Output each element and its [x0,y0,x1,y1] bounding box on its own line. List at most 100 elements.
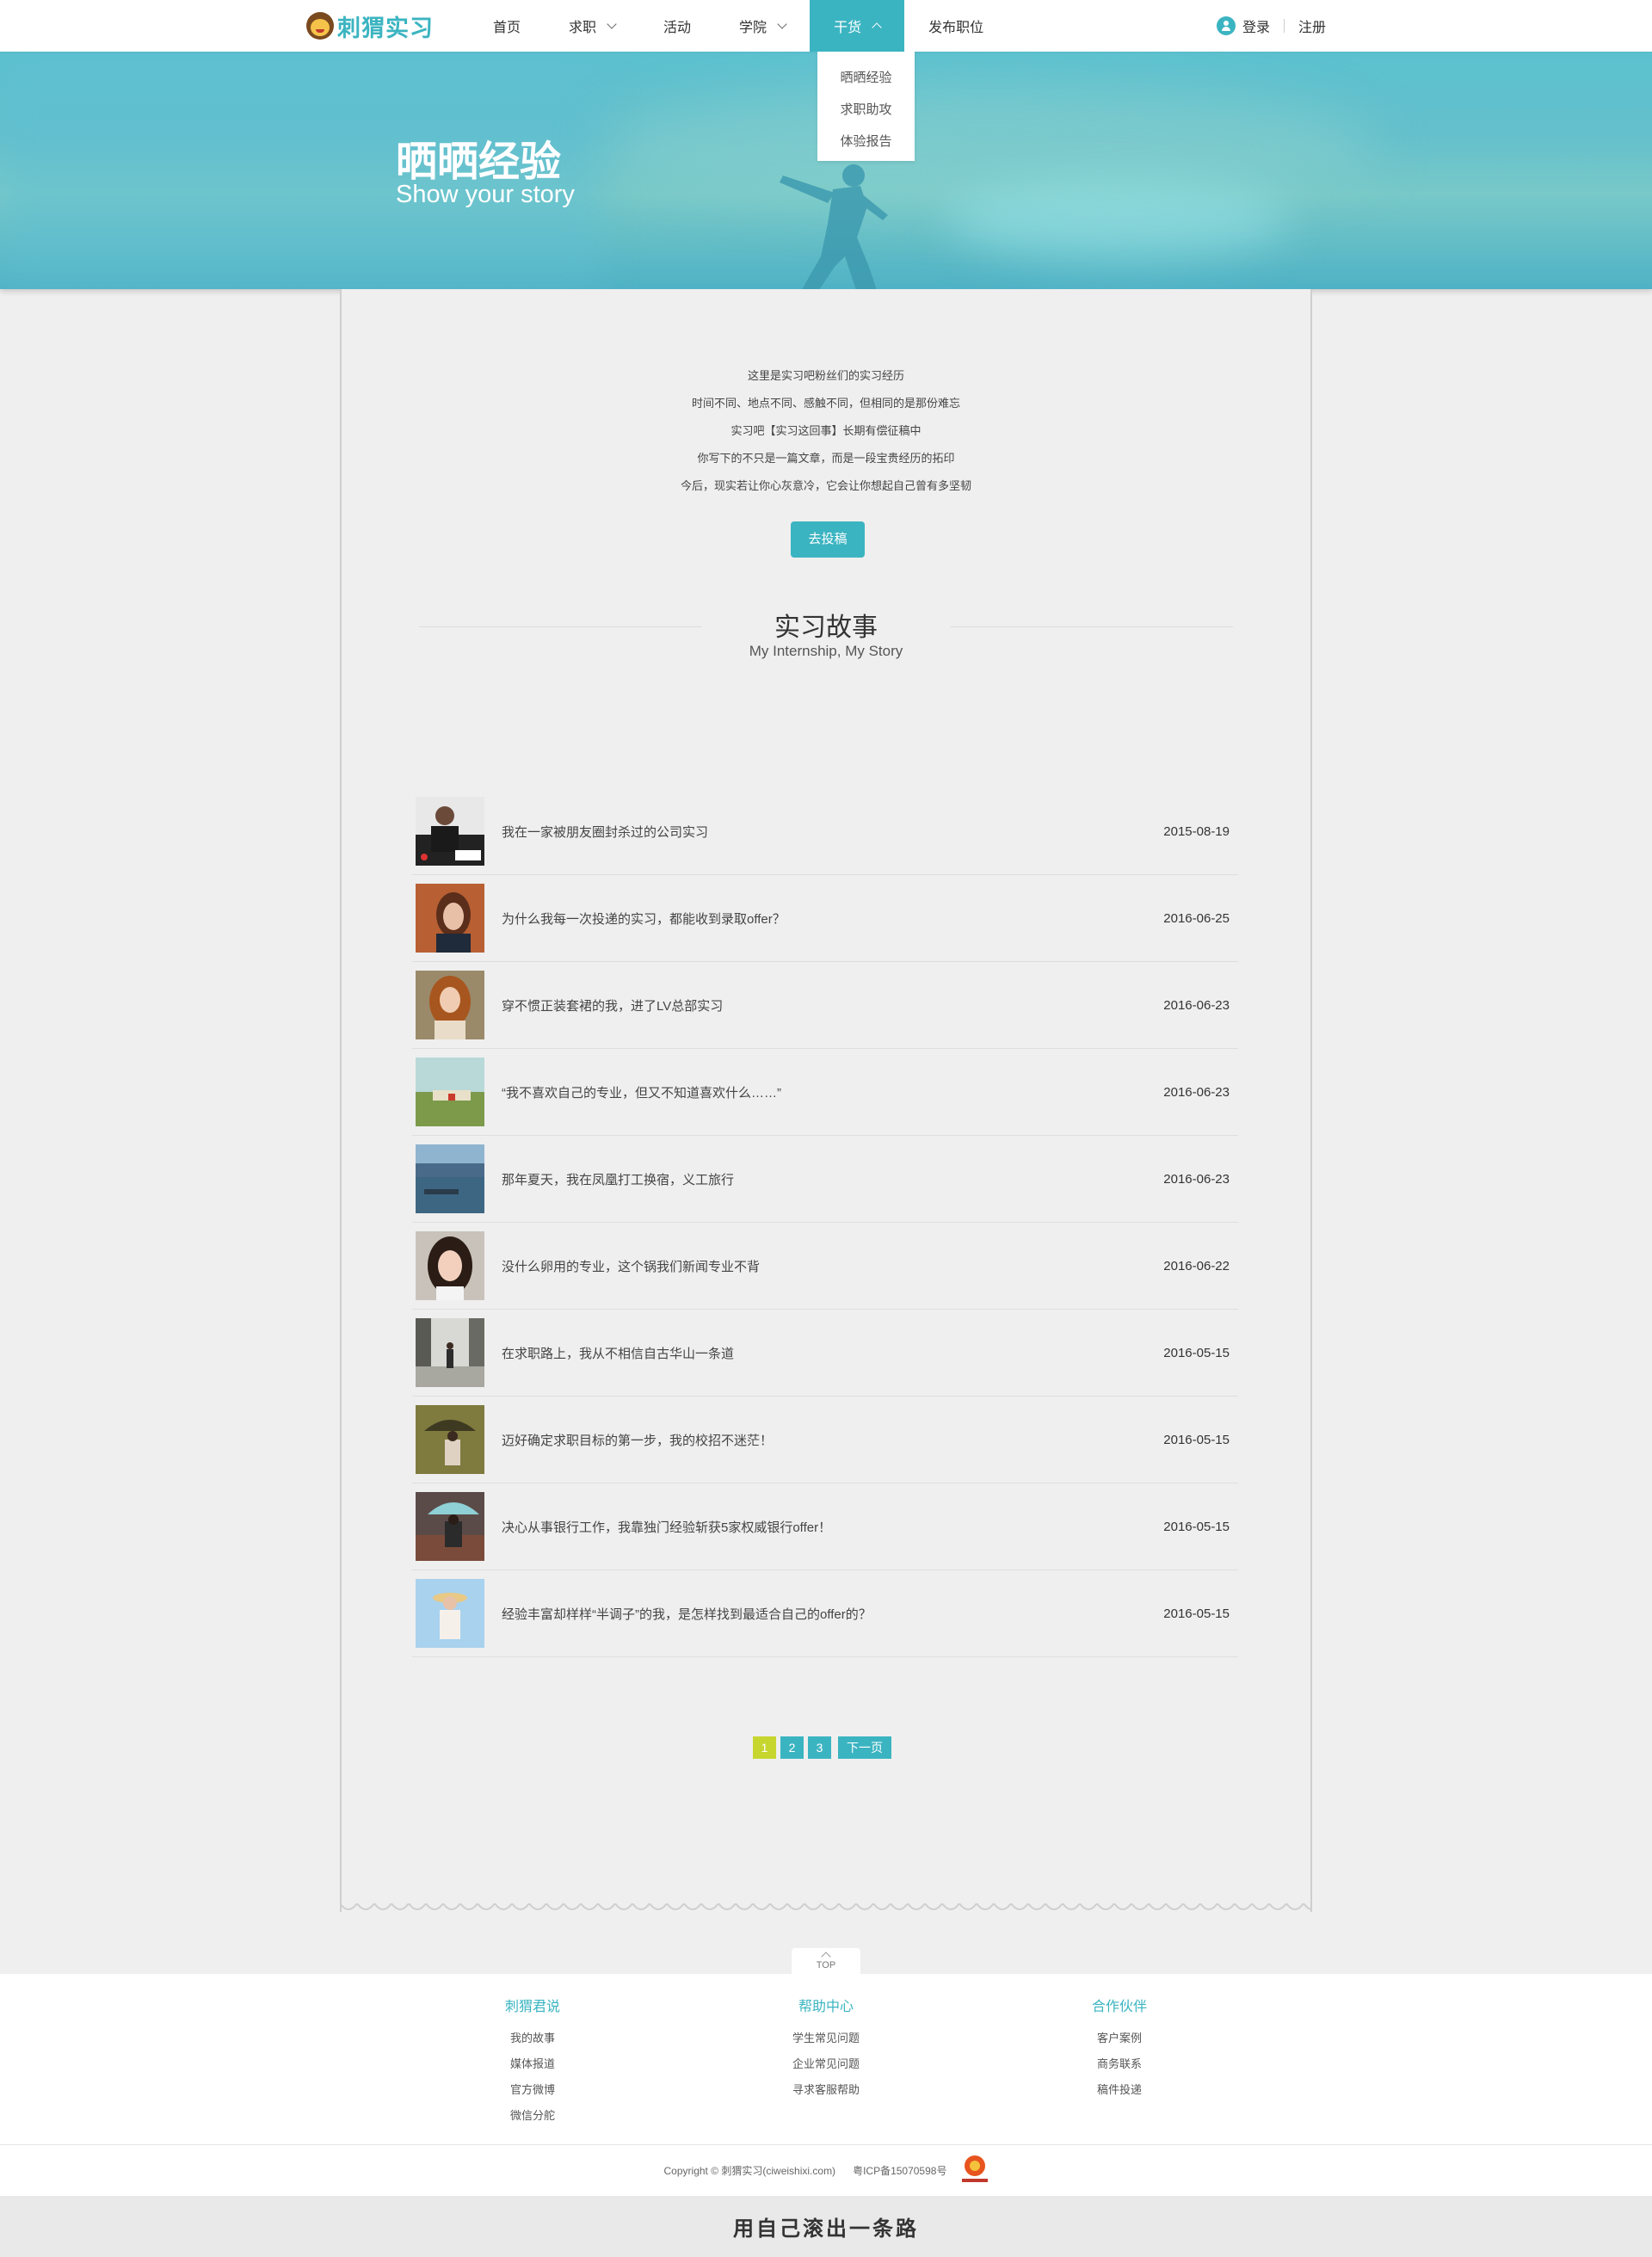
story-item[interactable]: 经验丰富却样样“半调子”的我，是怎样找到最适合自己的offer的？ 2016-0… [412,1570,1238,1657]
story-date: 2016-05-15 [1163,1345,1230,1360]
story-thumbnail [416,797,484,866]
page-button-2[interactable]: 2 [780,1736,804,1759]
story-title: 我在一家被朋友圈封杀过的公司实习 [502,824,709,840]
copyright-bar: Copyright © 刺猬实习(ciweishixi.com) 粤ICP备15… [0,2144,1652,2196]
chevron-down-icon [607,18,617,29]
register-link[interactable]: 注册 [1298,15,1326,36]
story-item[interactable]: 在求职路上，我从不相信自古华山一条道 2016-05-15 [412,1310,1238,1397]
footer-column-title: 帮助中心 [798,2000,854,2014]
chevron-up-icon [872,22,882,33]
footer-links: 刺猬君说 我的故事 媒体报道 官方微博 微信分舵 帮助中心 学生常见问题 企业常… [0,1974,1652,2144]
jumping-person-silhouette [780,164,888,289]
story-title: 在求职路上，我从不相信自古华山一条道 [502,1346,735,1361]
story-thumbnail [416,1405,484,1474]
footer-link[interactable]: 寻求客服帮助 [740,2077,912,2103]
story-title: 为什么我每一次投递的实习，都能收到录取offer？ [502,911,786,927]
submit-story-button[interactable]: 去投稿 [791,521,865,558]
footer-link[interactable]: 客户案例 [1033,2026,1205,2051]
intro-line: 今后，现实若让你心灰意冷，它会让你想起自己曾有多坚韧 [680,479,971,492]
nav-label: 发布职位 [928,21,984,35]
nav-label: 干货 [834,21,862,35]
hedgehog-logo-icon [306,12,334,40]
content-card: 这里是实习吧粉丝们的实习经历 时间不同、地点不同、感触不同，但相同的是那份难忘 … [340,289,1312,1912]
next-page-button[interactable]: 下一页 [838,1736,891,1759]
story-date: 2016-06-22 [1163,1258,1230,1273]
logo-text: 刺猬实习 [337,15,434,41]
footer-link[interactable]: 商务联系 [1033,2051,1205,2077]
footer-link[interactable]: 媒体报道 [447,2051,619,2077]
footer-link[interactable]: 企业常见问题 [740,2051,912,2077]
logo[interactable]: 刺猬实习 [306,10,434,41]
story-title: 经验丰富却样样“半调子”的我，是怎样找到最适合自己的offer的？ [502,1606,872,1622]
banner-haze [946,181,1291,258]
story-item[interactable]: 我在一家被朋友圈封杀过的公司实习 2015-08-19 [412,788,1238,875]
story-date: 2016-06-23 [1163,997,1230,1013]
nav-item-post-job[interactable]: 发布职位 [904,0,1008,52]
story-item[interactable]: 迈好确定求职目标的第一步，我的校招不迷茫！ 2016-05-15 [412,1397,1238,1483]
banner-subtitle: Show your story [396,181,575,208]
story-date: 2016-05-15 [1163,1432,1230,1447]
icp-number: 粤ICP备15070598号 [853,2165,947,2177]
page-button-1[interactable]: 1 [753,1736,776,1759]
story-title: “我不喜欢自己的专业，但又不知道喜欢什么……” [502,1085,781,1101]
story-title: 没什么卵用的专业，这个锅我们新闻专业不背 [502,1259,761,1274]
story-date: 2016-05-15 [1163,1519,1230,1534]
card-bottom-edge [340,1903,1312,1910]
story-date: 2016-05-15 [1163,1606,1230,1621]
story-item[interactable]: “我不喜欢自己的专业，但又不知道喜欢什么……” 2016-06-23 [412,1049,1238,1136]
dropdown-item-job-assist[interactable]: 求职助攻 [817,94,915,126]
page-button-3[interactable]: 3 [808,1736,831,1759]
story-date: 2016-06-23 [1163,1084,1230,1100]
dropdown-item-experience[interactable]: 晒晒经验 [817,62,915,94]
footer-link[interactable]: 微信分舵 [447,2103,619,2129]
story-date: 2016-06-23 [1163,1171,1230,1187]
story-thumbnail [416,1231,484,1300]
copyright-text: Copyright © 刺猬实习(ciweishixi.com) [663,2165,836,2177]
story-date: 2016-06-25 [1163,910,1230,926]
nav-item-jobs[interactable]: 求职 [545,0,639,52]
story-item[interactable]: 没什么卵用的专业，这个锅我们新闻专业不背 2016-06-22 [412,1223,1238,1310]
story-item[interactable]: 为什么我每一次投递的实习，都能收到录取offer？ 2016-06-25 [412,875,1238,962]
story-thumbnail [416,884,484,953]
divider [1284,19,1285,33]
dropdown-item-report[interactable]: 体验报告 [817,126,915,157]
nav-item-events[interactable]: 活动 [639,0,715,52]
story-title: 那年夏天，我在凤凰打工换宿，义工旅行 [502,1172,735,1187]
banner-title: 晒晒经验 [396,139,562,185]
nav-label: 学院 [739,21,767,35]
story-thumbnail [416,971,484,1039]
story-title: 迈好确定求职目标的第一步，我的校招不迷茫！ [502,1433,774,1448]
story-item[interactable]: 决心从事银行工作，我靠独门经验斩获5家权威银行offer！ 2016-05-15 [412,1483,1238,1570]
nav-item-home[interactable]: 首页 [469,0,545,52]
chevron-down-icon [777,18,787,29]
story-title: 穿不惯正装套裙的我，进了LV总部实习 [502,998,724,1014]
story-list: 我在一家被朋友圈封杀过的公司实习 2015-08-19 为什么我每一次投递的实习… [412,788,1238,1657]
story-thumbnail [416,1144,484,1213]
footer-column-title: 刺猬君说 [504,2000,560,2014]
nav-label: 首页 [493,21,521,35]
footer-link[interactable]: 稿件投递 [1033,2077,1205,2103]
story-item[interactable]: 穿不惯正装套裙的我，进了LV总部实习 2016-06-23 [412,962,1238,1049]
banner-haze [602,86,1377,207]
nav-item-resources[interactable]: 干货 [810,0,905,52]
footer-link[interactable]: 我的故事 [447,2026,619,2051]
story-item[interactable]: 那年夏天，我在凤凰打工换宿，义工旅行 2016-06-23 [412,1136,1238,1223]
story-date: 2015-08-19 [1163,823,1230,839]
footer-slogan: 用自己滚出一条路 [0,2196,1652,2257]
top-label: TOP [816,1960,836,1970]
intro-line: 这里是实习吧粉丝们的实习经历 [747,369,904,382]
footer-link[interactable]: 学生常见问题 [740,2026,912,2051]
back-to-top-button[interactable]: TOP [792,1948,860,1976]
intro-text: 这里是实习吧粉丝们的实习经历 时间不同、地点不同、感触不同，但相同的是那份难忘 … [342,362,1310,500]
story-thumbnail [416,1492,484,1561]
footer-column-title: 合作伙伴 [1091,2000,1147,2014]
footer-link[interactable]: 官方微博 [447,2077,619,2103]
nav-item-academy[interactable]: 学院 [715,0,810,52]
login-link[interactable]: 登录 [1242,15,1270,36]
main-nav: 首页 求职 活动 学院 干货 发布职位 [469,0,1008,52]
auth-links: 登录 注册 [1217,0,1326,52]
story-thumbnail [416,1318,484,1387]
footer-column-help: 帮助中心 学生常见问题 企业常见问题 寻求客服帮助 [740,1995,912,2103]
section-title: 实习故事 [774,614,878,642]
pagination: 1 2 3 下一页 [753,1736,896,1759]
